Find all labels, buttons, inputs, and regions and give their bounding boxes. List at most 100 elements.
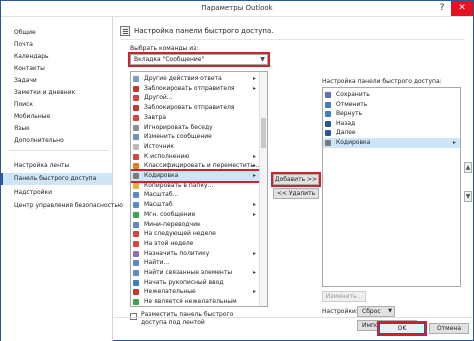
edit-icon <box>133 134 139 141</box>
sidebar-item[interactable]: Календарь <box>1 51 112 63</box>
qat-label: Кодировка <box>336 138 371 146</box>
remove-button[interactable]: << Удалить <box>273 188 319 199</box>
choose-commands-dropdown[interactable]: Вкладка "Сообщение" ▼ <box>128 52 270 67</box>
qat-item[interactable]: Вернуть <box>323 109 460 119</box>
submenu-arrow-icon: ▸ <box>253 210 257 218</box>
encoding-icon <box>133 173 139 179</box>
sidebar-item[interactable]: Мобильные <box>1 111 112 123</box>
command-item[interactable]: Нежелательные ▸ <box>131 287 260 297</box>
find-icon <box>133 260 139 267</box>
commands-list[interactable]: Другие действия ответа ▸ Заблокировать отп… <box>130 71 268 307</box>
command-label: Мгн. сообщение <box>144 210 196 218</box>
redo-icon <box>325 111 331 117</box>
command-item[interactable]: Назначить политику ▸ <box>131 249 260 259</box>
policy-icon <box>133 250 139 257</box>
sidebar-item[interactable]: Заметки и дневник <box>1 87 112 99</box>
qat-item[interactable]: Далее <box>323 128 460 138</box>
settings-label: Настройки: <box>322 308 358 315</box>
command-item[interactable]: Классифицировать и переместить... ▸ <box>131 161 260 171</box>
commands-scrollbar[interactable] <box>259 72 267 306</box>
command-item[interactable]: Другой... <box>131 93 260 103</box>
help-button[interactable]: ? <box>433 1 451 16</box>
command-item[interactable]: Изменить сообщение <box>131 132 260 142</box>
command-label: Другой... <box>144 94 173 102</box>
block-icon <box>133 105 139 112</box>
submenu-arrow-icon: ▸ <box>253 249 257 257</box>
command-label: Другие действия ответа <box>144 75 222 82</box>
cancel-button[interactable]: Отмена <box>429 323 469 334</box>
sidebar-item[interactable]: Дополнительно <box>1 135 112 147</box>
command-label: Заблокировать отправителя <box>144 84 235 92</box>
undo-icon <box>325 101 331 108</box>
command-item[interactable]: Источник <box>131 142 260 152</box>
command-item[interactable]: Кодировка ▸ <box>131 169 262 183</box>
qat-label: Сохранить <box>336 91 370 98</box>
qat-icon <box>120 26 130 36</box>
command-item[interactable]: Масштаб ▸ <box>131 200 260 210</box>
sidebar-item[interactable]: Язык <box>1 123 112 135</box>
command-item[interactable]: На следующей неделе <box>131 229 260 239</box>
command-item[interactable]: Масштаб... <box>131 190 260 200</box>
reset-dropdown[interactable]: Сброс ▼ <box>357 306 395 317</box>
header-divider <box>120 39 465 40</box>
sidebar-item[interactable]: Панель быстрого доступа <box>1 173 112 185</box>
qat-item[interactable]: Кодировка ▸ <box>323 137 460 148</box>
command-item[interactable]: Другие действия ответа ▸ <box>131 74 260 84</box>
im-icon <box>133 211 139 218</box>
command-label: Масштаб <box>144 201 173 209</box>
command-item[interactable]: Заблокировать отправителя ▸ <box>131 84 260 94</box>
command-label: Копировать в папку... <box>144 181 214 189</box>
chevron-down-icon: ▼ <box>388 308 392 314</box>
modify-button[interactable]: Изменить... <box>322 291 366 302</box>
sidebar-divider <box>9 181 109 182</box>
submenu-arrow-icon: ▸ <box>253 201 257 209</box>
sidebar-item[interactable]: Центр управления безопасностью <box>1 200 123 212</box>
command-item[interactable]: К исполнению ▸ <box>131 152 260 162</box>
qat-item[interactable]: Сохранить <box>323 90 460 100</box>
command-item[interactable]: Не является нежелательным <box>131 297 260 306</box>
close-button[interactable]: ✕ <box>451 1 473 16</box>
qat-item[interactable]: Назад <box>323 119 460 129</box>
below-ribbon-label: Разместить панель быстрого доступа под л… <box>141 311 234 326</box>
sidebar-item[interactable]: Настройка ленты <box>1 160 112 172</box>
sidebar-item[interactable]: Надстройки <box>1 187 112 199</box>
qat-list[interactable]: Сохранить Отменить Вернуть Назад Далее Кодиро… <box>322 87 461 287</box>
submenu-arrow-icon: ▸ <box>253 75 257 82</box>
zoom-icon <box>133 192 139 199</box>
submenu-arrow-icon: ▸ <box>453 138 457 146</box>
commands-scroll-thumb[interactable] <box>261 118 266 148</box>
move-down-button[interactable]: ▼ <box>464 191 472 202</box>
qat-item[interactable]: Отменить <box>323 100 460 110</box>
submenu-arrow-icon: ▸ <box>253 288 257 296</box>
move-up-button[interactable]: ▲ <box>464 162 472 173</box>
sidebar-item[interactable]: Почта <box>1 39 112 51</box>
qat-label: Далее <box>336 129 356 136</box>
command-item[interactable]: Мини-переводчик <box>131 220 260 230</box>
category-icon <box>133 163 139 170</box>
options-window: Параметры Outlook ? ✕ Общие Почта Календар… <box>0 0 474 341</box>
sidebar-item[interactable]: Контакты <box>1 63 112 75</box>
add-button[interactable]: Добавить >> <box>271 172 321 187</box>
command-label: На этой неделе <box>144 239 194 247</box>
command-item[interactable]: Завтра <box>131 113 260 123</box>
flag-icon <box>133 231 139 238</box>
copy-folder-icon <box>133 182 139 189</box>
command-item[interactable]: Найти связанные элементы ▸ <box>131 268 260 278</box>
command-item[interactable]: На этой неделе <box>131 239 260 249</box>
flag-icon <box>133 114 139 121</box>
command-item[interactable]: Найти... <box>131 258 260 268</box>
source-icon <box>133 143 139 150</box>
sidebar-item[interactable]: Поиск <box>1 99 112 111</box>
command-item[interactable]: Копировать в папку... <box>131 181 260 191</box>
ok-button[interactable]: OK <box>377 321 427 336</box>
command-item[interactable]: Игнорировать беседу <box>131 123 260 133</box>
command-item[interactable]: Заблокировать отправителя <box>131 103 260 113</box>
sidebar-item[interactable]: Общие <box>1 27 112 39</box>
choose-commands-value: Вкладка "Сообщение" <box>134 56 205 63</box>
forward-icon <box>325 130 331 136</box>
command-item[interactable]: Начать рукописный ввод <box>131 278 260 288</box>
sidebar-item[interactable]: Задачи <box>1 75 112 87</box>
command-label: Игнорировать беседу <box>144 123 213 131</box>
save-icon <box>325 92 331 98</box>
command-item[interactable]: Мгн. сообщение ▸ <box>131 210 260 220</box>
